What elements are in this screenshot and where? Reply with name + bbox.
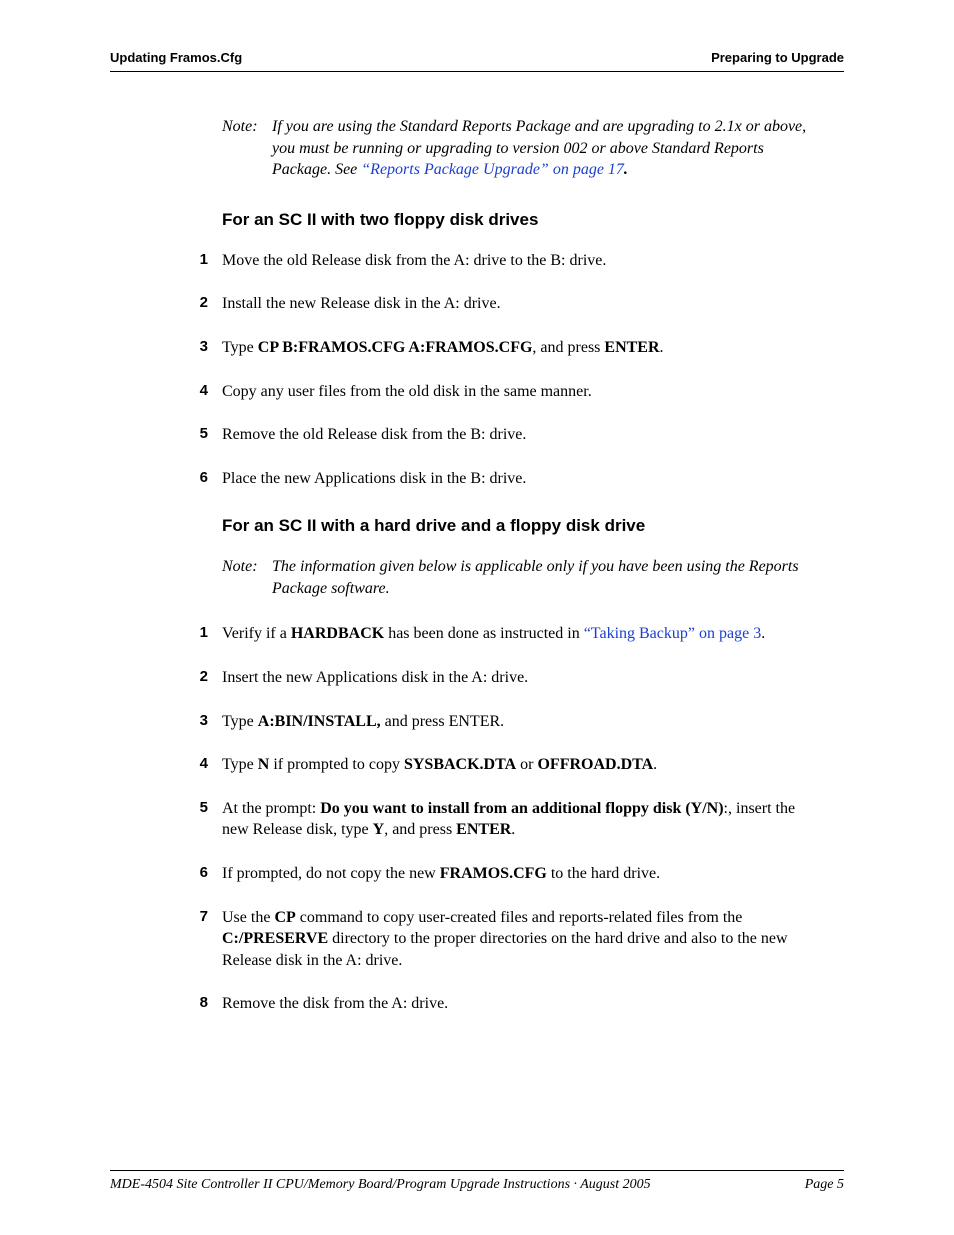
step-item: 3Type A:BIN/INSTALL, and press ENTER. xyxy=(222,711,822,733)
header-left: Updating Framos.Cfg xyxy=(110,50,242,65)
step-item: 1Verify if a HARDBACK has been done as i… xyxy=(222,623,822,645)
running-footer: MDE-4504 Site Controller II CPU/Memory B… xyxy=(110,1170,844,1193)
note-body: If you are using the Standard Reports Pa… xyxy=(272,116,822,181)
step-item: 6If prompted, do not copy the new FRAMOS… xyxy=(222,863,822,885)
step-number: 4 xyxy=(180,381,208,403)
step-number: 1 xyxy=(180,623,208,645)
step-body: If prompted, do not copy the new FRAMOS.… xyxy=(222,863,822,885)
step-body: Remove the disk from the A: drive. xyxy=(222,993,822,1015)
step-item: 2Install the new Release disk in the A: … xyxy=(222,293,822,315)
step-number: 2 xyxy=(180,293,208,315)
step-number: 8 xyxy=(180,993,208,1015)
step-number: 3 xyxy=(180,711,208,733)
step-body: Verify if a HARDBACK has been done as in… xyxy=(222,623,822,645)
note-text-after: . xyxy=(624,161,628,178)
running-header: Updating Framos.Cfg Preparing to Upgrade xyxy=(110,50,844,72)
step-body: Type CP B:FRAMOS.CFG A:FRAMOS.CFG, and p… xyxy=(222,337,822,359)
step-body: At the prompt: Do you want to install fr… xyxy=(222,798,822,841)
step-item: 5At the prompt: Do you want to install f… xyxy=(222,798,822,841)
step-item: 5Remove the old Release disk from the B:… xyxy=(222,424,822,446)
step-body: Copy any user files from the old disk in… xyxy=(222,381,822,403)
step-body: Type N if prompted to copy SYSBACK.DTA o… xyxy=(222,754,822,776)
step-number: 7 xyxy=(180,907,208,972)
section-a-steps: 1Move the old Release disk from the A: d… xyxy=(222,250,822,490)
cross-ref-link[interactable]: “Reports Package Upgrade” on page 17 xyxy=(361,161,624,178)
note-label: Note: xyxy=(222,116,272,181)
section-b-title: For an SC II with a hard drive and a flo… xyxy=(222,515,822,538)
section-b-steps: 1Verify if a HARDBACK has been done as i… xyxy=(222,623,822,1015)
step-number: 5 xyxy=(180,798,208,841)
step-number: 4 xyxy=(180,754,208,776)
step-number: 1 xyxy=(180,250,208,272)
top-note: Note: If you are using the Standard Repo… xyxy=(222,116,822,181)
step-number: 6 xyxy=(180,468,208,490)
step-item: 8Remove the disk from the A: drive. xyxy=(222,993,822,1015)
section-b-note: Note: The information given below is app… xyxy=(222,556,822,599)
step-item: 4Type N if prompted to copy SYSBACK.DTA … xyxy=(222,754,822,776)
step-body: Move the old Release disk from the A: dr… xyxy=(222,250,822,272)
note-label: Note: xyxy=(222,556,272,599)
step-item: 4Copy any user files from the old disk i… xyxy=(222,381,822,403)
step-number: 3 xyxy=(180,337,208,359)
step-body: Use the CP command to copy user-created … xyxy=(222,907,822,972)
header-right: Preparing to Upgrade xyxy=(711,50,844,65)
footer-right: Page 5 xyxy=(805,1177,844,1193)
section-a-title: For an SC II with two floppy disk drives xyxy=(222,209,822,232)
step-body: Remove the old Release disk from the B: … xyxy=(222,424,822,446)
step-number: 6 xyxy=(180,863,208,885)
step-body: Place the new Applications disk in the B… xyxy=(222,468,822,490)
step-item: 2Insert the new Applications disk in the… xyxy=(222,667,822,689)
step-body: Type A:BIN/INSTALL, and press ENTER. xyxy=(222,711,822,733)
step-body: Install the new Release disk in the A: d… xyxy=(222,293,822,315)
step-number: 5 xyxy=(180,424,208,446)
note-body: The information given below is applicabl… xyxy=(272,556,822,599)
step-item: 7Use the CP command to copy user-created… xyxy=(222,907,822,972)
content-column: Note: If you are using the Standard Repo… xyxy=(222,116,822,1015)
step-item: 6Place the new Applications disk in the … xyxy=(222,468,822,490)
page: Updating Framos.Cfg Preparing to Upgrade… xyxy=(0,0,954,1235)
step-item: 3Type CP B:FRAMOS.CFG A:FRAMOS.CFG, and … xyxy=(222,337,822,359)
step-number: 2 xyxy=(180,667,208,689)
step-body: Insert the new Applications disk in the … xyxy=(222,667,822,689)
step-item: 1Move the old Release disk from the A: d… xyxy=(222,250,822,272)
footer-left: MDE-4504 Site Controller II CPU/Memory B… xyxy=(110,1177,651,1193)
